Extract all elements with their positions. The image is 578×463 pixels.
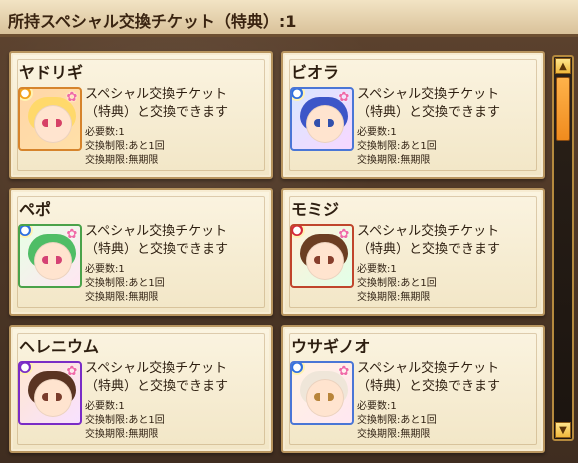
card-description: スペシャル交換チケット （特典）と交換できます: [357, 360, 539, 396]
description-line-1: スペシャル交換チケット: [85, 361, 228, 376]
character-name: ウサギノオ: [291, 337, 371, 356]
description-line-1: スペシャル交換チケット: [357, 361, 500, 376]
required-count: 必要数:1: [85, 127, 125, 138]
exchange-limit: 交換制限:あと1回: [85, 278, 165, 289]
card-meta: 必要数:1 交換制限:あと1回 交換期限:無期限: [85, 263, 267, 305]
element-orb-icon: ●: [292, 226, 305, 238]
description-line-2: （特典）と交換できます: [357, 105, 501, 120]
card-meta: 必要数:1 交換制限:あと1回 交換期限:無期限: [85, 126, 267, 168]
eyes-shape: [42, 119, 62, 127]
exchange-card[interactable]: ヤドリギ ● ✿ スペシャル交換チケット （特典）と交換できます 必要数:1 交…: [9, 51, 273, 179]
card-description: スペシャル交換チケット （特典）と交換できます: [85, 223, 267, 259]
element-orb-icon: ●: [20, 226, 33, 238]
character-name: ヤドリギ: [19, 63, 84, 82]
top-bar: 所持スペシャル交換チケット（特典）:1: [0, 0, 578, 37]
required-count: 必要数:1: [357, 401, 397, 412]
character-name: ヘレニウム: [19, 337, 100, 356]
exchange-expiry: 交換期限:無期限: [357, 429, 431, 440]
description-line-1: スペシャル交換チケット: [357, 224, 500, 239]
exchange-limit: 交換制限:あと1回: [357, 415, 437, 426]
exchange-limit: 交換制限:あと1回: [85, 415, 165, 426]
exchange-list: ヤドリギ ● ✿ スペシャル交換チケット （特典）と交換できます 必要数:1 交…: [0, 37, 578, 463]
description-line-1: スペシャル交換チケット: [357, 87, 500, 102]
eyes-shape: [314, 393, 334, 401]
character-portrait: ● ✿: [18, 224, 82, 288]
required-count: 必要数:1: [357, 264, 397, 275]
card-meta: 必要数:1 交換制限:あと1回 交換期限:無期限: [357, 126, 539, 168]
exchange-limit: 交換制限:あと1回: [85, 141, 165, 152]
card-description: スペシャル交換チケット （特典）と交換できます: [85, 360, 267, 396]
description-line-2: （特典）と交換できます: [85, 105, 229, 120]
description-line-2: （特典）と交換できます: [357, 379, 501, 394]
flower-icon: ✿: [338, 226, 350, 242]
card-meta: 必要数:1 交換制限:あと1回 交換期限:無期限: [357, 400, 539, 442]
description-line-1: スペシャル交換チケット: [85, 87, 228, 102]
element-orb-icon: ●: [20, 363, 33, 375]
description-line-2: （特典）と交換できます: [85, 379, 229, 394]
scroll-thumb[interactable]: [556, 77, 570, 141]
flower-icon: ✿: [66, 226, 78, 242]
element-orb-icon: ●: [292, 89, 305, 101]
exchange-expiry: 交換期限:無期限: [357, 292, 431, 303]
flower-icon: ✿: [66, 363, 78, 379]
character-name: モミジ: [291, 200, 340, 219]
character-portrait: ● ✿: [290, 224, 354, 288]
element-orb-icon: ●: [292, 363, 305, 375]
character-portrait: ● ✿: [18, 87, 82, 151]
down-arrow-icon[interactable]: ▼: [555, 422, 571, 438]
card-description: スペシャル交換チケット （特典）と交換できます: [85, 86, 267, 122]
eyes-shape: [42, 393, 62, 401]
exchange-card[interactable]: ヘレニウム ● ✿ スペシャル交換チケット （特典）と交換できます 必要数:1 …: [9, 325, 273, 453]
exchange-expiry: 交換期限:無期限: [85, 429, 159, 440]
required-count: 必要数:1: [85, 264, 125, 275]
scrollbar[interactable]: ▲ ▼: [552, 55, 574, 441]
exchange-card[interactable]: ウサギノオ ● ✿ スペシャル交換チケット （特典）と交換できます 必要数:1 …: [281, 325, 545, 453]
required-count: 必要数:1: [85, 401, 125, 412]
card-description: スペシャル交換チケット （特典）と交換できます: [357, 86, 539, 122]
eyes-shape: [314, 256, 334, 264]
element-orb-icon: ●: [20, 89, 33, 101]
exchange-card[interactable]: モミジ ● ✿ スペシャル交換チケット （特典）と交換できます 必要数:1 交換…: [281, 188, 545, 316]
flower-icon: ✿: [66, 89, 78, 105]
exchange-limit: 交換制限:あと1回: [357, 141, 437, 152]
character-portrait: ● ✿: [18, 361, 82, 425]
card-description: スペシャル交換チケット （特典）と交換できます: [357, 223, 539, 259]
character-name: ペポ: [19, 200, 52, 219]
eyes-shape: [42, 256, 62, 264]
exchange-expiry: 交換期限:無期限: [357, 155, 431, 166]
flower-icon: ✿: [338, 363, 350, 379]
flower-icon: ✿: [338, 89, 350, 105]
exchange-card[interactable]: ビオラ ● ✿ スペシャル交換チケット （特典）と交換できます 必要数:1 交換…: [281, 51, 545, 179]
description-line-2: （特典）と交換できます: [85, 242, 229, 257]
exchange-limit: 交換制限:あと1回: [357, 278, 437, 289]
eyes-shape: [314, 119, 334, 127]
character-name: ビオラ: [291, 63, 340, 82]
exchange-expiry: 交換期限:無期限: [85, 292, 159, 303]
exchange-expiry: 交換期限:無期限: [85, 155, 159, 166]
up-arrow-icon[interactable]: ▲: [555, 58, 571, 74]
character-portrait: ● ✿: [290, 361, 354, 425]
description-line-2: （特典）と交換できます: [357, 242, 501, 257]
card-meta: 必要数:1 交換制限:あと1回 交換期限:無期限: [85, 400, 267, 442]
character-portrait: ● ✿: [290, 87, 354, 151]
ticket-count-title: 所持スペシャル交換チケット（特典）:1: [8, 12, 297, 31]
card-meta: 必要数:1 交換制限:あと1回 交換期限:無期限: [357, 263, 539, 305]
exchange-card[interactable]: ペポ ● ✿ スペシャル交換チケット （特典）と交換できます 必要数:1 交換制…: [9, 188, 273, 316]
required-count: 必要数:1: [357, 127, 397, 138]
description-line-1: スペシャル交換チケット: [85, 224, 228, 239]
